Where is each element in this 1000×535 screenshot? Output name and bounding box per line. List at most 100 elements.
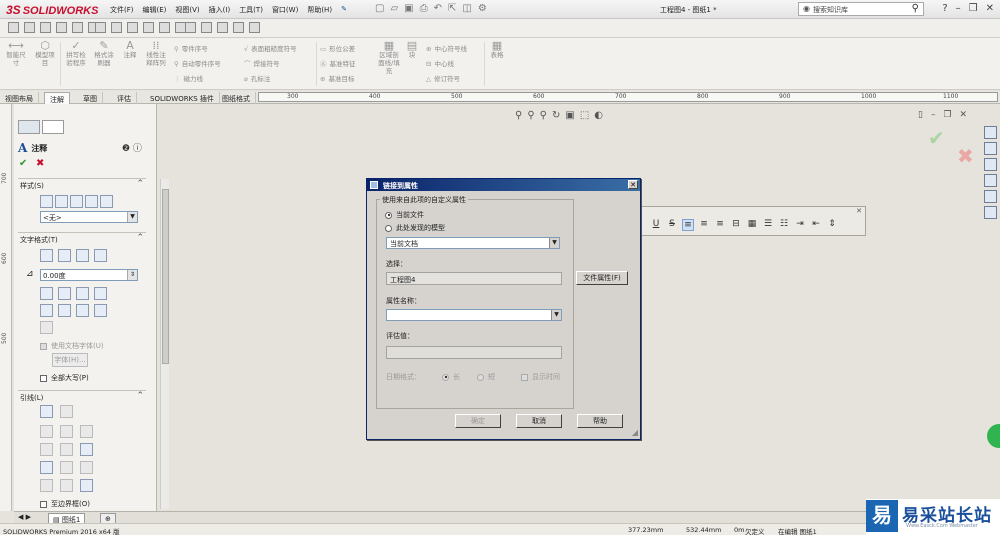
minimize-icon[interactable]: – (956, 3, 961, 14)
radio-date-long[interactable]: 长 (442, 372, 460, 382)
save-icon[interactable]: ▣ (404, 3, 413, 14)
close-icon[interactable]: ✕ (628, 180, 638, 189)
leader-spline-icon[interactable] (80, 425, 93, 438)
restore-icon[interactable]: ❐ (969, 3, 978, 14)
sheet-nav-icons[interactable]: ◀ ▶ (18, 513, 31, 521)
leader-auto-icon[interactable] (40, 405, 53, 418)
tab-evaluate[interactable]: 评估 (112, 92, 137, 104)
align-right-icon[interactable]: ≡ (714, 219, 726, 231)
gdt-frame-icon[interactable] (40, 304, 53, 317)
shape-icon[interactable] (127, 22, 138, 33)
spinner-icon[interactable]: ⇕ (127, 270, 137, 280)
zoom-icon[interactable] (185, 22, 196, 33)
leader-left-icon[interactable] (40, 443, 53, 456)
hyperlink-icon[interactable] (94, 287, 107, 300)
font-button[interactable]: 字体(H)... (52, 353, 88, 367)
menu-view[interactable]: 视图(V) (175, 5, 199, 15)
tab-view-layout[interactable]: 视图布局 (0, 92, 39, 104)
confirm-corner-cancel-icon[interactable]: ✖ (957, 144, 974, 168)
close-icon[interactable]: ✕ (986, 3, 994, 14)
collapse-icon[interactable]: ⌃ (136, 179, 144, 189)
note-button[interactable]: A 注释 (120, 40, 140, 59)
leader-underline-icon[interactable] (40, 479, 53, 492)
feature-manager-tab[interactable] (18, 120, 40, 134)
link-property-icon[interactable] (40, 287, 53, 300)
style-add-icon[interactable] (55, 195, 68, 208)
hatch-icon[interactable] (159, 22, 170, 33)
search-input[interactable]: ◉ 搜索知识库 ⚲ (798, 2, 924, 16)
datum-target-button[interactable]: ⊕ 基准目标 (320, 73, 354, 83)
surface-finish-button[interactable]: √ 表面粗糙度符号 (244, 43, 297, 53)
use-doc-font-checkbox[interactable]: 使用文档字体(U) (40, 341, 104, 351)
leader-straight-icon[interactable] (40, 425, 53, 438)
ok-button[interactable]: 确定 (455, 414, 501, 428)
zoom-in-icon[interactable]: ⚲ (540, 110, 547, 121)
table-button[interactable]: ▦ 表格 (488, 40, 506, 59)
outdent-icon[interactable]: ⇤ (810, 219, 822, 231)
strikethrough-icon[interactable]: S (666, 219, 678, 231)
arrow-icon[interactable] (56, 22, 67, 33)
indent-icon[interactable]: ⇥ (794, 219, 806, 231)
section-icon[interactable]: ▣ (565, 110, 574, 121)
print-icon[interactable]: ⎙ (420, 3, 428, 14)
datum-feature-button[interactable]: Ⓐ 基准特征 (320, 58, 356, 68)
display-style-icon[interactable]: ◐ (594, 110, 603, 121)
align-left-icon[interactable] (40, 249, 53, 262)
align-center-icon[interactable] (58, 249, 71, 262)
leader-multi-icon[interactable] (80, 479, 93, 492)
rotate-icon[interactable]: ↻ (552, 110, 560, 121)
leader-top-icon[interactable] (40, 461, 53, 474)
appearances-icon[interactable] (984, 206, 997, 219)
view-icon[interactable] (217, 22, 228, 33)
pin-icon[interactable]: ✎ (341, 5, 347, 15)
tab-sketch[interactable]: 草图 (78, 92, 103, 104)
weld-symbol-button[interactable]: ⌒ 焊接符号 (244, 58, 280, 68)
menu-insert[interactable]: 插入(I) (209, 5, 231, 15)
style-delete-icon[interactable] (70, 195, 83, 208)
solidworks-logo[interactable]: 3S SOLIDWORKS (6, 3, 98, 17)
source-select[interactable]: 当前文档 ▼ (386, 237, 560, 249)
pm-help-icons[interactable]: ❷ ⓘ (122, 141, 142, 154)
search-scope-icon[interactable]: ◉ (803, 4, 810, 13)
resources-icon[interactable] (984, 142, 997, 155)
tab-annotation[interactable]: 注解 (44, 92, 70, 104)
menu-window[interactable]: 窗口(W) (272, 5, 298, 15)
revision-symbol-button[interactable]: △ 修订符号 (426, 73, 460, 83)
grid-icon[interactable]: ▦ (746, 219, 758, 231)
stack-text-icon[interactable]: ⊟ (730, 219, 742, 231)
insert-table-icon[interactable] (58, 287, 71, 300)
view-palette-icon[interactable] (984, 190, 997, 203)
leader-attach-icon[interactable] (60, 479, 73, 492)
viewport-minimize-icon[interactable]: – (931, 110, 936, 120)
align-center-icon[interactable]: ≡ (698, 219, 710, 231)
confirm-corner-ok-icon[interactable]: ✔ (928, 126, 945, 150)
doc-icon[interactable] (249, 22, 260, 33)
view-orientation-icon[interactable]: ⬚ (580, 110, 589, 121)
property-manager-tab[interactable] (42, 120, 64, 134)
zoom-area-icon[interactable]: ⚲ (527, 110, 534, 121)
style-apply-icon[interactable] (40, 195, 53, 208)
home-icon[interactable] (984, 126, 997, 139)
center-mark-button[interactable]: ⊕ 中心符号线 (426, 43, 467, 53)
block-button[interactable]: ▤ 块 (404, 40, 420, 59)
ruler-icon[interactable] (24, 22, 35, 33)
property-name-select[interactable]: ▼ (386, 309, 562, 321)
justify-icon[interactable] (94, 249, 107, 262)
model-items-button[interactable]: ⬡ 模型项 目 (32, 40, 58, 67)
format-icon[interactable] (40, 321, 53, 334)
all-caps-checkbox[interactable]: 全部大写(P) (40, 373, 89, 383)
new-icon[interactable]: ▢ (375, 3, 384, 14)
leader-right-icon[interactable] (60, 443, 73, 456)
ok-icon[interactable]: ✔ (19, 158, 27, 169)
style-save-icon[interactable] (85, 195, 98, 208)
spell-check-button[interactable]: ✓ 拼写检 验程序 (62, 40, 90, 67)
design-library-icon[interactable] (984, 158, 997, 171)
collapse-icon[interactable]: ⌃ (136, 233, 144, 243)
underline-icon[interactable]: U (650, 219, 662, 231)
split-view-icon[interactable]: ▯ (918, 110, 923, 120)
leader-nearest-icon[interactable] (80, 443, 93, 456)
sheet-icon[interactable] (201, 22, 212, 33)
marker-icon[interactable] (143, 22, 154, 33)
balloon-button[interactable]: ⚲ 零件序号 (174, 43, 208, 53)
select-icon[interactable]: ⇱ (448, 3, 456, 14)
